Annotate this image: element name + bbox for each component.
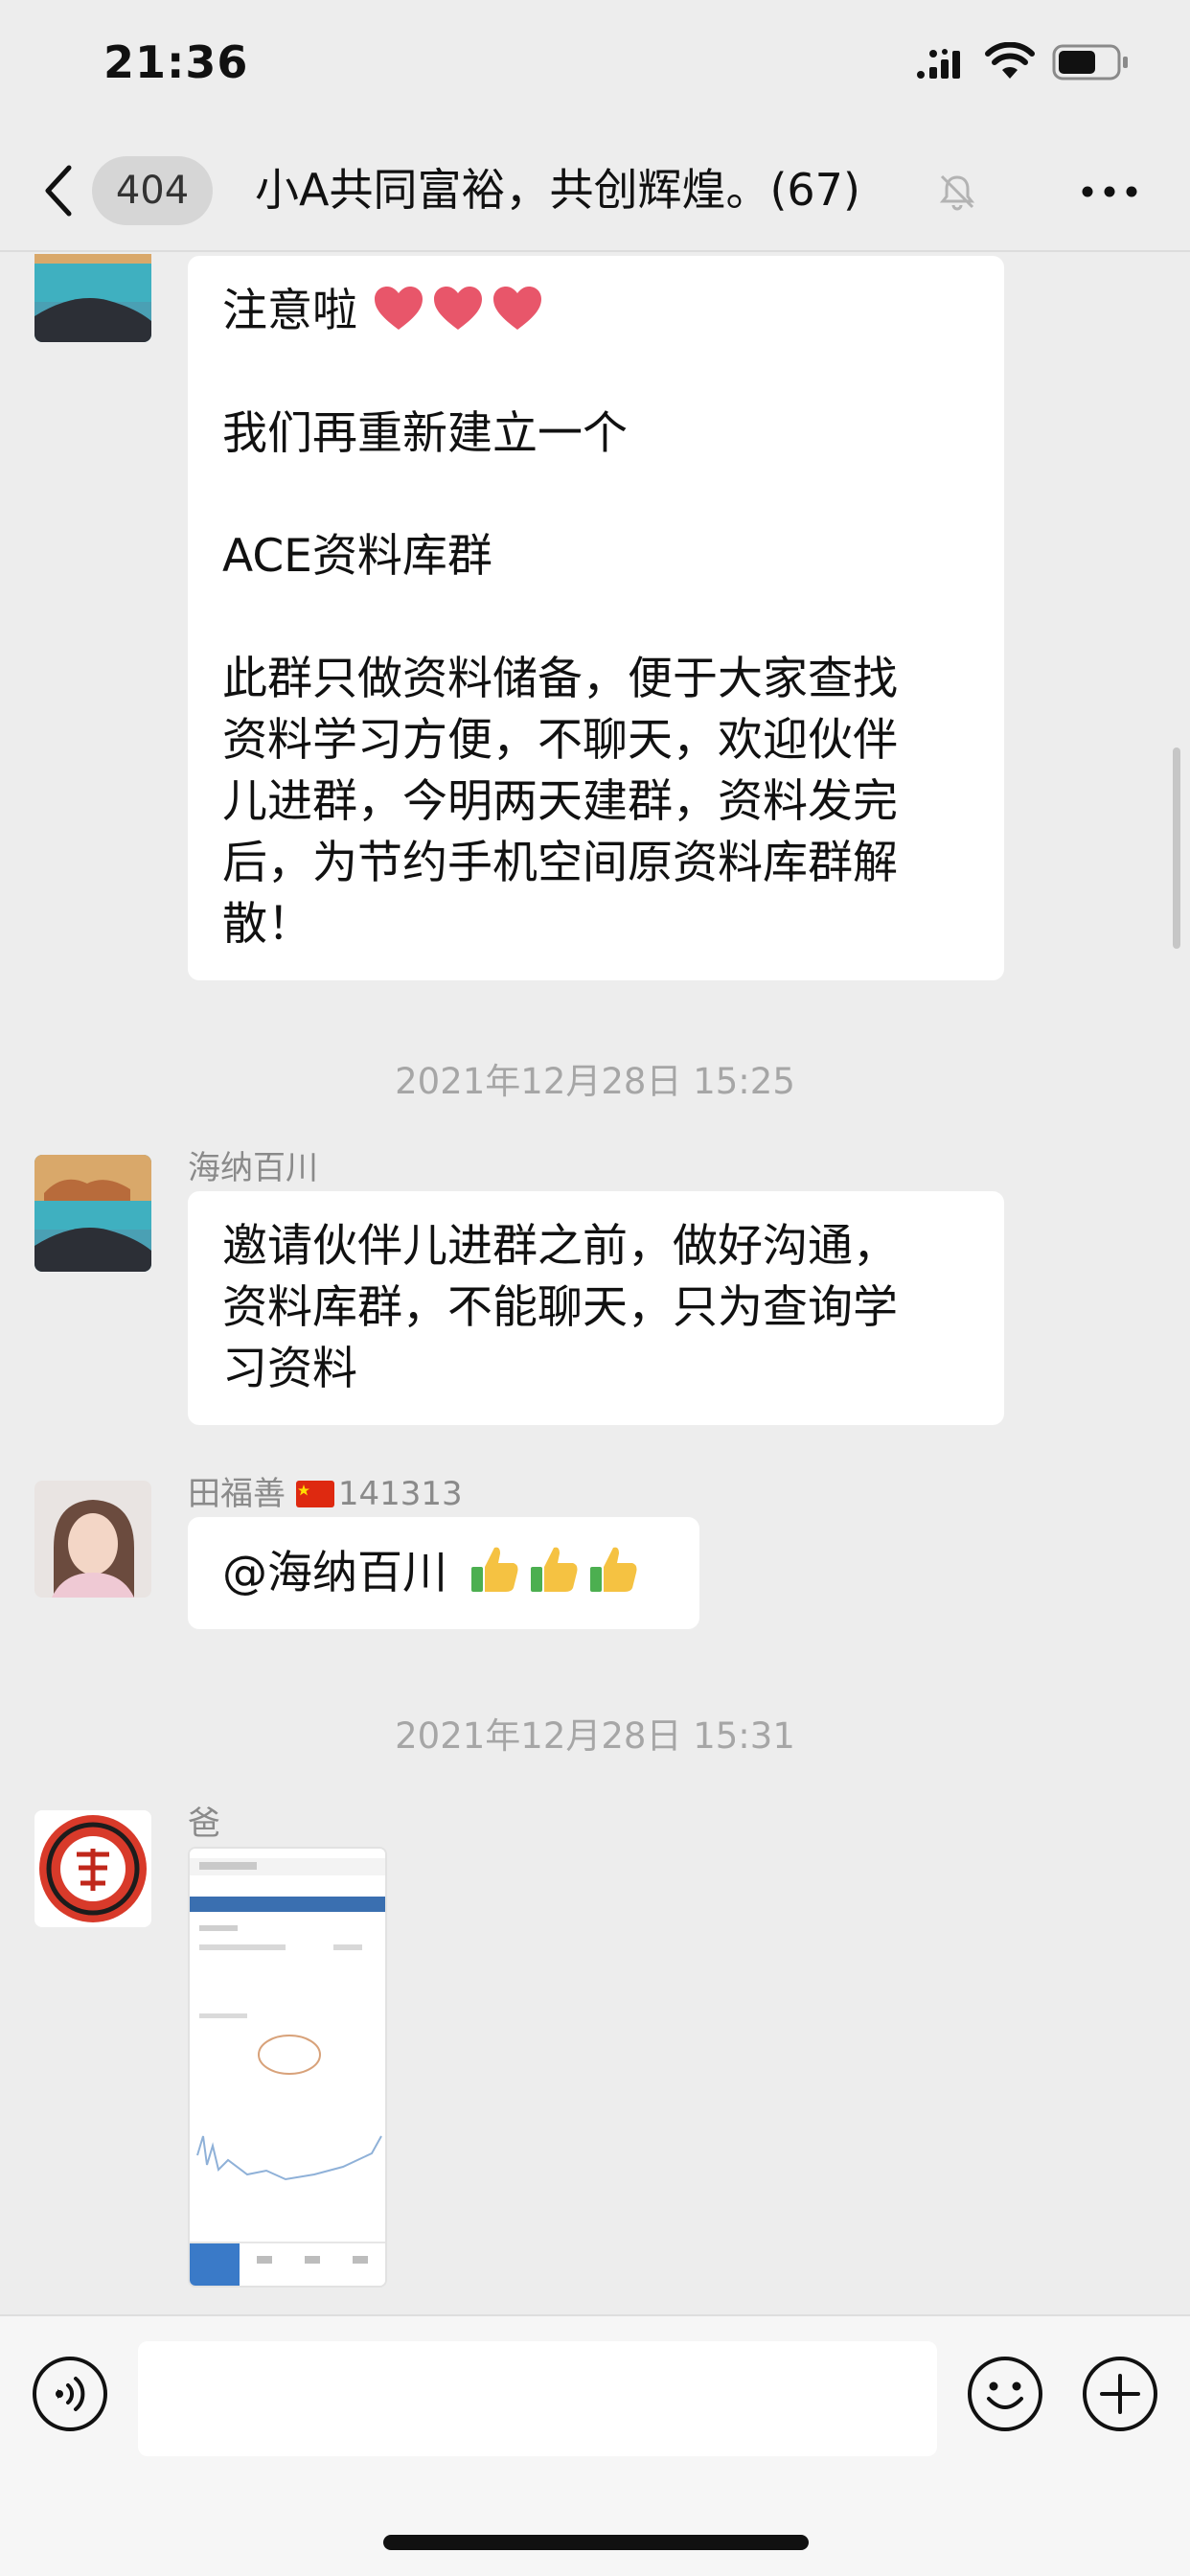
timestamp: 2021年12月28日 15:25 [395,1061,795,1102]
message-line: 资料库群，不能聊天，只为查询学 [222,1281,898,1334]
message-bubble[interactable]: 注意啦 我们再重新建立一个 ACE资料库群 此群只做资料储备，便于大家查找 资料… [188,256,1004,980]
avatar-auspicious-seal[interactable] [34,1810,151,1927]
message-line [222,465,970,526]
home-indicator[interactable] [383,2535,809,2550]
signal-icon [917,49,960,79]
status-time: 21:36 [103,36,249,88]
heart-emoji [374,287,423,330]
message-line [222,342,970,403]
wifi-icon [985,42,1035,79]
plus-icon[interactable] [1081,2355,1159,2433]
chevron-left-icon[interactable] [38,162,77,219]
message-line: 后，为节约手机空间原资料库群解 [222,837,898,889]
avatar-woman[interactable] [34,1481,151,1598]
mention-text: @海纳百川 [222,1547,447,1599]
sea-rock-avatar-image [34,254,151,342]
phone-screenshot-thumbnail [190,1849,385,2286]
woman-portrait-avatar-image [34,1481,151,1598]
message-bubble[interactable]: 邀请伙伴儿进群之前，做好沟通， 资料库群，不能聊天，只为查询学 习资料 [188,1191,1004,1425]
message-line: 资料学习方便，不聊天，欢迎伙伴 [222,714,898,767]
timestamp: 2021年12月28日 15:31 [395,1715,795,1757]
sender-name: 海纳百川 [188,1149,318,1187]
message-input[interactable] [138,2341,937,2456]
heart-emoji [492,287,541,330]
input-bar [0,2314,1190,2576]
emoji-icon[interactable] [966,2355,1044,2433]
message-line: 注意啦 [222,281,970,342]
message-line: 散！ [222,898,312,951]
message-bubble[interactable]: @海纳百川 [188,1517,699,1629]
thumbs-up-emoji [470,1547,518,1592]
voice-icon[interactable] [31,2355,109,2433]
sender-name-text: 田福善 [188,1475,286,1513]
sea-rock-avatar-image [34,1155,151,1272]
seal-avatar-image [34,1810,151,1927]
thumbs-up-emoji [530,1547,578,1592]
message-line: 邀请伙伴儿进群之前，做好沟通， [222,1220,898,1273]
message-line: ACE资料库群 [222,530,492,583]
sender-name: 爸 [188,1805,220,1843]
avatar-sea[interactable] [34,1155,151,1272]
more-dots-icon[interactable] [1081,185,1138,198]
mute-bell-icon [939,174,975,211]
message-line: 此群只做资料储备，便于大家查找 [222,653,898,705]
china-flag-icon [295,1481,334,1507]
sender-suffix: 141313 [337,1475,463,1513]
chat-title[interactable]: 小A共同富裕，共创辉煌。(67) [255,158,860,221]
avatar-sea[interactable] [34,254,151,342]
message-list[interactable]: 注意啦 我们再重新建立一个 ACE资料库群 此群只做资料储备，便于大家查找 资料… [0,254,1190,2314]
chat-screen: 21:36 404 小A共同富裕，共创辉煌。(67) 注意啦 我们再重新建立一个… [0,0,1190,2576]
scrollbar[interactable] [1173,748,1180,949]
chat-header: 404 小A共同富裕，共创辉煌。(67) [0,129,1190,252]
message-line: 习资料 [222,1343,357,1395]
message-line: 儿进群，今明两天建群，资料发完 [222,775,898,828]
message-line: @海纳百川 [222,1542,665,1604]
status-bar: 21:36 [0,0,1190,129]
image-message[interactable] [188,1847,387,2288]
message-line: 我们再重新建立一个 [222,407,628,460]
message-line [222,587,970,649]
unread-count-badge[interactable]: 404 [92,156,213,225]
sender-name: 田福善 141313 [188,1467,463,1514]
thumbs-up-emoji [589,1547,637,1592]
heart-emoji [433,287,482,330]
battery-icon [1052,44,1128,80]
